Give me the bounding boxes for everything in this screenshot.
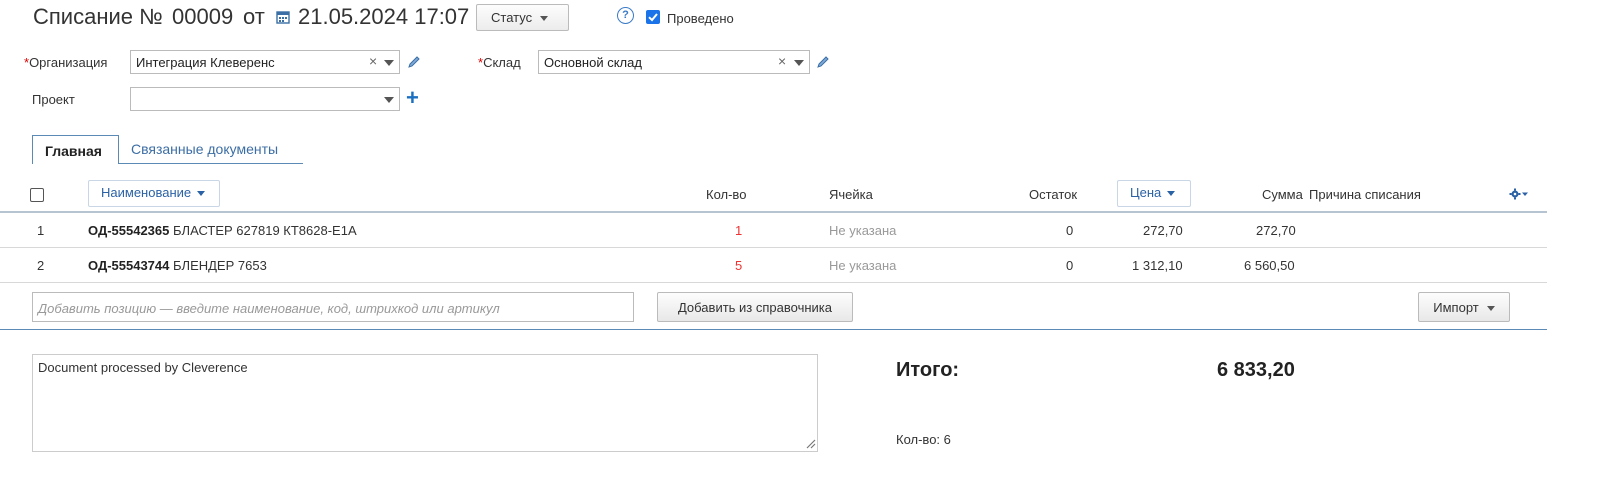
calendar-icon[interactable] bbox=[276, 10, 290, 24]
gear-icon[interactable] bbox=[1509, 188, 1529, 200]
help-icon[interactable]: ? bbox=[617, 7, 634, 24]
column-header-name: Наименование bbox=[101, 185, 192, 200]
item-code: ОД-55543744 bbox=[88, 258, 170, 273]
warehouse-value: Основной склад bbox=[544, 55, 642, 70]
status-label: Статус bbox=[491, 10, 533, 25]
chevron-down-icon bbox=[197, 191, 206, 197]
tab-related-documents[interactable]: Связанные документы bbox=[131, 141, 278, 157]
row-divider bbox=[0, 282, 1547, 283]
sort-by-name-button[interactable]: Наименование bbox=[88, 180, 220, 207]
section-divider bbox=[0, 329, 1547, 330]
status-dropdown-button[interactable]: Статус bbox=[476, 4, 569, 31]
document-number: 00009 bbox=[172, 4, 234, 29]
tab-main[interactable]: Главная bbox=[32, 135, 119, 164]
sort-by-price-button[interactable]: Цена bbox=[1117, 180, 1191, 207]
item-price[interactable]: 1 312,10 bbox=[1132, 258, 1183, 273]
item-code: ОД-55542365 bbox=[88, 223, 170, 238]
item-price[interactable]: 272,70 bbox=[1143, 223, 1183, 238]
item-sum: 6 560,50 bbox=[1244, 258, 1295, 273]
checkmark-icon bbox=[648, 13, 658, 22]
total-label: Итого: bbox=[896, 359, 960, 381]
table-header-divider bbox=[0, 211, 1547, 213]
add-item-input[interactable]: Добавить позицию — введите наименование,… bbox=[32, 292, 634, 322]
clear-icon[interactable]: × bbox=[369, 53, 377, 69]
add-from-catalog-button[interactable]: Добавить из справочника bbox=[657, 292, 853, 322]
item-name: БЛАСТЕР 627819 КТ8628-E1A bbox=[173, 223, 357, 238]
column-header-reason: Причина списания bbox=[1309, 187, 1421, 202]
item-cell[interactable]: Не указана bbox=[829, 223, 896, 238]
column-header-stock: Остаток bbox=[1029, 187, 1078, 202]
total-qty: Кол-во: 6 bbox=[896, 432, 951, 447]
item-name: БЛЕНДЕР 7653 bbox=[173, 258, 267, 273]
chevron-down-icon bbox=[1486, 306, 1495, 312]
chevron-down-icon bbox=[540, 16, 549, 22]
row-number: 2 bbox=[37, 258, 45, 273]
chevron-down-icon bbox=[1167, 191, 1176, 197]
item-qty[interactable]: 1 bbox=[735, 223, 742, 238]
chevron-down-icon[interactable] bbox=[384, 60, 394, 66]
item-qty[interactable]: 5 bbox=[735, 258, 742, 273]
column-header-cell: Ячейка bbox=[829, 187, 873, 202]
chevron-down-icon[interactable] bbox=[384, 97, 394, 103]
pencil-icon[interactable] bbox=[407, 55, 421, 69]
chevron-down-icon[interactable] bbox=[794, 60, 804, 66]
row-number: 1 bbox=[37, 223, 45, 238]
column-header-sum: Сумма bbox=[1262, 187, 1303, 202]
resize-handle-icon[interactable] bbox=[804, 437, 816, 449]
clear-icon[interactable]: × bbox=[778, 53, 786, 69]
item-sum: 272,70 bbox=[1256, 223, 1296, 238]
table-row-item[interactable]: ОД-55542365 БЛАСТЕР 627819 КТ8628-E1A bbox=[88, 223, 357, 238]
organization-field[interactable]: Интеграция Клеверенс bbox=[130, 50, 400, 74]
import-label: Импорт bbox=[1433, 300, 1479, 315]
item-cell[interactable]: Не указана bbox=[829, 258, 896, 273]
document-date[interactable]: 21.05.2024 17:07 bbox=[298, 4, 469, 30]
posted-label: Проведено bbox=[667, 11, 734, 26]
pencil-icon[interactable] bbox=[816, 55, 830, 69]
date-prefix: от bbox=[243, 4, 265, 29]
import-button[interactable]: Импорт bbox=[1418, 292, 1510, 322]
warehouse-field[interactable]: Основной склад bbox=[538, 50, 810, 74]
item-stock: 0 bbox=[1066, 223, 1074, 238]
select-all-checkbox[interactable] bbox=[30, 188, 44, 202]
row-divider bbox=[0, 247, 1547, 248]
add-project-icon[interactable]: + bbox=[406, 87, 419, 109]
table-row-item[interactable]: ОД-55543744 БЛЕНДЕР 7653 bbox=[88, 258, 267, 273]
comment-textarea[interactable]: Document processed by Cleverence bbox=[32, 354, 818, 452]
column-header-price: Цена bbox=[1130, 185, 1162, 200]
organization-value: Интеграция Клеверенс bbox=[136, 55, 275, 70]
item-stock: 0 bbox=[1066, 258, 1074, 273]
total-value: 6 833,20 bbox=[1217, 359, 1295, 381]
organization-label-text: Организация bbox=[29, 55, 108, 70]
warehouse-label-text: Склад bbox=[483, 55, 521, 70]
warehouse-label: *Склад bbox=[478, 55, 521, 70]
tab-underline bbox=[118, 163, 303, 164]
document-title: Списание № bbox=[33, 4, 163, 29]
posted-checkbox[interactable] bbox=[646, 10, 660, 24]
project-label: Проект bbox=[32, 92, 75, 107]
organization-label: *Организация bbox=[24, 55, 107, 70]
column-header-qty: Кол-во bbox=[706, 187, 747, 202]
project-field[interactable] bbox=[130, 87, 400, 111]
